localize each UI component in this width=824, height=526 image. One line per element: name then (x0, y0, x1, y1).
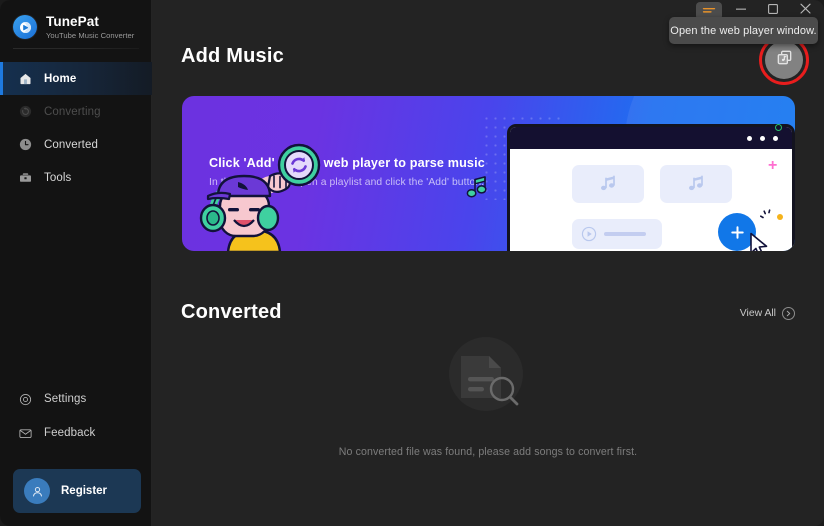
sidebar-nav: Home Converting Converted Tools (0, 62, 152, 194)
sidebar-divider (13, 48, 139, 49)
mockup-titlebar (510, 127, 792, 149)
app-brand: TunePat YouTube Music Converter (13, 15, 134, 40)
sync-refresh-badge-icon (277, 143, 321, 192)
sidebar-item-feedback[interactable]: Feedback (0, 416, 152, 450)
gear-icon (18, 392, 33, 407)
sidebar-item-converting-label: Converting (44, 105, 101, 118)
sidebar-item-tools[interactable]: Tools (0, 161, 152, 194)
toolbox-icon (18, 170, 33, 185)
web-player-mockup (507, 124, 795, 251)
empty-state-message: No converted file was found, please add … (338, 446, 638, 458)
refresh-icon (18, 104, 33, 119)
chevron-right-circle-icon (782, 307, 795, 320)
mockup-music-tile (572, 165, 644, 203)
yellow-dot-decoration (777, 214, 783, 220)
view-all-link[interactable]: View All (740, 307, 795, 320)
mockup-dot (747, 136, 752, 141)
converted-empty-state: No converted file was found, please add … (152, 336, 824, 458)
sidebar-item-converted-label: Converted (44, 138, 98, 151)
home-icon (18, 71, 33, 86)
mockup-dot (773, 136, 778, 141)
music-note-icon (464, 174, 490, 207)
mockup-track-row (572, 219, 662, 249)
register-button[interactable]: Register (13, 469, 141, 513)
main-content: Add Music Click 'Add' icon in web player… (152, 26, 824, 526)
add-music-banner[interactable]: Click 'Add' icon in web player to parse … (182, 96, 795, 251)
clock-icon (18, 137, 33, 152)
sidebar: TunePat YouTube Music Converter Home Con… (0, 0, 152, 526)
brand-text: TunePat YouTube Music Converter (46, 15, 134, 40)
click-spark-icon (760, 209, 778, 232)
tooltip-text: Open the web player window. (670, 24, 817, 37)
envelope-icon (18, 426, 33, 441)
page-title-add-music: Add Music (181, 45, 284, 67)
mockup-music-tile (660, 165, 732, 203)
tunepat-app-window: TunePat YouTube Music Converter Home Con… (0, 0, 824, 526)
green-circle-decoration (775, 124, 782, 131)
mockup-dot (760, 136, 765, 141)
play-icon (581, 226, 597, 242)
sidebar-item-settings[interactable]: Settings (0, 382, 152, 416)
mockup-track-bar (604, 232, 646, 236)
open-web-player-button[interactable] (765, 41, 803, 79)
sidebar-item-home-label: Home (44, 72, 77, 85)
sidebar-bottom-nav: Settings Feedback (0, 382, 152, 450)
user-avatar-icon (24, 478, 50, 504)
view-all-label: View All (739, 308, 776, 319)
sidebar-item-converted[interactable]: Converted (0, 128, 152, 161)
web-player-window-icon (775, 48, 794, 72)
brand-title: TunePat (46, 14, 99, 29)
tunepat-logo-icon (13, 15, 37, 40)
sidebar-item-home[interactable]: Home (0, 62, 152, 95)
cursor-icon (748, 232, 772, 251)
sidebar-item-converting[interactable]: Converting (0, 95, 152, 128)
page-title-converted: Converted (181, 301, 282, 323)
sidebar-item-settings-label: Settings (44, 393, 87, 405)
no-file-found-icon (436, 336, 540, 416)
sidebar-item-feedback-label: Feedback (44, 427, 96, 439)
tooltip-open-web-player: Open the web player window. (669, 17, 818, 44)
register-button-label: Register (61, 485, 108, 497)
pink-plus-decoration: + (768, 157, 778, 174)
sidebar-item-tools-label: Tools (44, 171, 72, 184)
brand-subtitle: YouTube Music Converter (46, 31, 135, 40)
